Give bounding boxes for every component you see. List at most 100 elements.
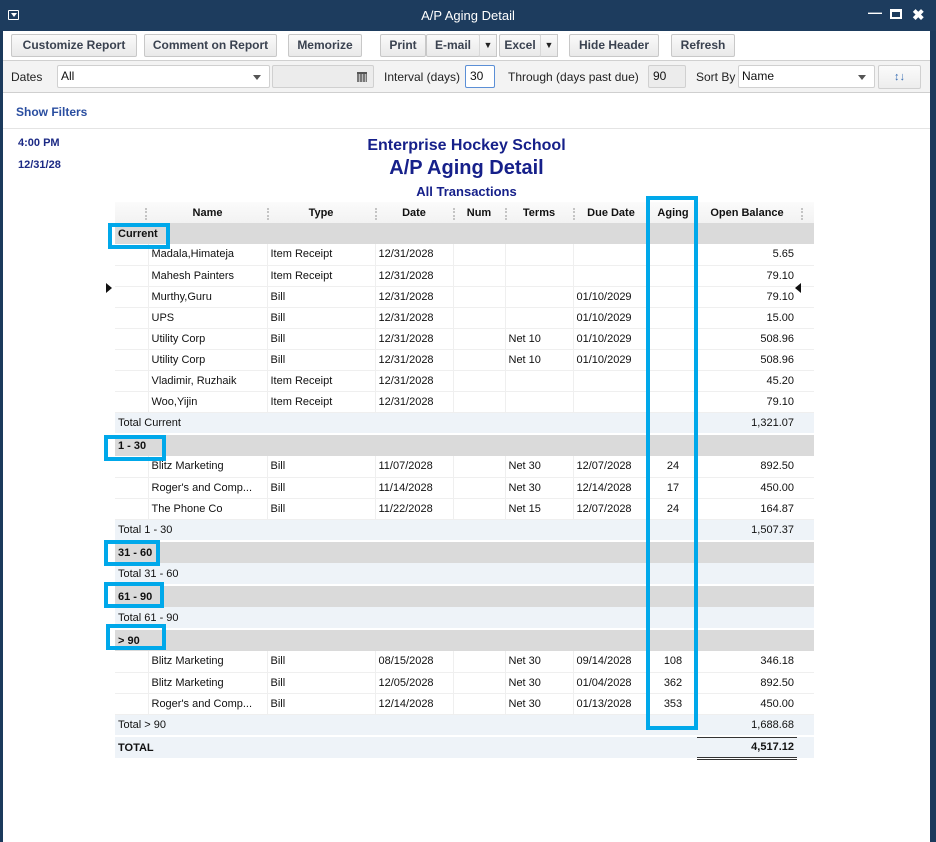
cell-date: 12/31/2028: [374, 265, 453, 287]
cell-terms: Net 30: [504, 672, 573, 694]
trailing-cell: [797, 693, 814, 715]
column-header-open-balance[interactable]: Open Balance: [697, 202, 797, 223]
section-total-label: Total Current: [115, 412, 697, 433]
table-row[interactable]: Madala,Himateja Item Receipt 12/31/2028 5.6…: [115, 244, 814, 266]
column-header-date[interactable]: Date: [375, 202, 453, 223]
cell-date: 08/15/2028: [374, 651, 453, 673]
trailing-cell: [797, 391, 814, 413]
email-button[interactable]: E-mail: [426, 34, 480, 57]
customize-report-button[interactable]: Customize Report: [11, 34, 137, 57]
cell-aging: [648, 328, 697, 350]
cell-terms: [504, 265, 573, 287]
grand-total-row[interactable]: TOTAL 4,517.12: [115, 736, 814, 760]
cell-aging: 24: [648, 456, 697, 478]
cell-balance: 79.10: [696, 391, 797, 413]
section-total-row[interactable]: Total Current 1,321.07: [115, 411, 814, 433]
close-icon[interactable]: ✖: [912, 6, 925, 24]
cell-due: [572, 265, 649, 287]
window-title: A/P Aging Detail: [421, 8, 515, 23]
column-header-type[interactable]: Type: [267, 202, 375, 223]
column-header-name[interactable]: Name: [148, 202, 267, 223]
table-row[interactable]: Vladimir, Ruzhaik Item Receipt 12/31/2028 4…: [115, 370, 814, 392]
print-button[interactable]: Print: [380, 34, 426, 57]
cell-type: Bill: [266, 693, 375, 715]
cell-num: [452, 349, 505, 371]
section-label: > 90: [115, 630, 267, 651]
through-label: Through (days past due): [508, 70, 639, 84]
section-header-row[interactable]: > 90: [115, 630, 814, 651]
indent-cell: [115, 286, 148, 308]
trailing-cell: [797, 328, 814, 350]
through-input[interactable]: 90: [648, 65, 686, 88]
calendar-icon[interactable]: [357, 72, 367, 82]
trailing-cell: [797, 244, 814, 266]
section-total-row[interactable]: Total 1 - 30 1,507.37: [115, 518, 814, 540]
date-range-field[interactable]: [272, 65, 374, 88]
section-total-row[interactable]: Total 31 - 60: [115, 563, 814, 584]
dates-label: Dates: [11, 70, 43, 84]
show-filters-link[interactable]: Show Filters: [16, 105, 87, 119]
section-total-value: [697, 563, 797, 584]
cell-num: [452, 307, 505, 329]
hide-header-button[interactable]: Hide Header: [569, 34, 659, 57]
chevron-down-icon: [858, 75, 866, 80]
table-row[interactable]: Mahesh Painters Item Receipt 12/31/2028 79.…: [115, 265, 814, 287]
table-row[interactable]: Blitz Marketing Bill 08/15/2028 Net 30 09/14…: [115, 651, 814, 673]
section-total-row[interactable]: Total 61 - 90: [115, 607, 814, 628]
table-row[interactable]: UPS Bill 12/31/2028 01/10/2029 15.00: [115, 307, 814, 329]
table-row[interactable]: Murthy,Guru Bill 12/31/2028 01/10/2029 79.10: [115, 286, 814, 308]
table-row[interactable]: Utility Corp Bill 12/31/2028 Net 10 01/10/20…: [115, 328, 814, 350]
section-header-row[interactable]: 1 - 30: [115, 435, 814, 456]
report-body: 4:00 PM 12/31/28 Enterprise Hockey Schoo…: [3, 129, 930, 842]
email-dropdown-arrow-icon[interactable]: ▼: [479, 34, 497, 57]
table-row[interactable]: Blitz Marketing Bill 12/05/2028 Net 30 01/04…: [115, 672, 814, 694]
cell-type: Bill: [266, 651, 375, 673]
table-row[interactable]: Utility Corp Bill 12/31/2028 Net 10 01/10/20…: [115, 349, 814, 371]
memorize-button[interactable]: Memorize: [288, 34, 362, 57]
cell-balance: 892.50: [696, 456, 797, 478]
section-total-row[interactable]: Total > 90 1,688.68: [115, 713, 814, 735]
cell-date: 12/31/2028: [374, 244, 453, 266]
report-toolbar: Customize Report Comment on Report Memor…: [3, 31, 930, 60]
cell-name: Madala,Himateja: [147, 244, 267, 266]
cell-terms: [504, 391, 573, 413]
cell-name: Roger's and Comp...: [147, 477, 267, 499]
maximize-icon[interactable]: [890, 9, 902, 19]
table-row[interactable]: Woo,Yijin Item Receipt 12/31/2028 79.10: [115, 391, 814, 413]
trailing-cell: [797, 563, 814, 584]
section-header-row[interactable]: 31 - 60: [115, 542, 814, 563]
interval-input[interactable]: 30: [465, 65, 495, 88]
cell-date: 12/31/2028: [374, 370, 453, 392]
section-header-row[interactable]: Current: [115, 223, 814, 244]
cell-aging: [648, 244, 697, 266]
grand-total-value: 4,517.12: [697, 736, 797, 760]
table-row[interactable]: Blitz Marketing Bill 11/07/2028 Net 30 12/07…: [115, 456, 814, 478]
table-row[interactable]: The Phone Co Bill 11/22/2028 Net 15 12/07/20…: [115, 498, 814, 520]
cell-terms: [504, 286, 573, 308]
title-bar: A/P Aging Detail — ✖: [0, 0, 936, 31]
trailing-cell: [797, 714, 814, 735]
cell-due: 01/10/2029: [572, 349, 649, 371]
cell-balance: 450.00: [696, 693, 797, 715]
dates-dropdown[interactable]: All: [57, 65, 270, 88]
excel-dropdown-arrow-icon[interactable]: ▼: [540, 34, 558, 57]
sort-direction-button[interactable]: ↕↓: [878, 65, 921, 89]
cell-aging: [648, 391, 697, 413]
cell-type: Item Receipt: [266, 370, 375, 392]
minimize-icon[interactable]: —: [868, 4, 882, 20]
column-header-terms[interactable]: Terms: [505, 202, 573, 223]
cell-date: 12/31/2028: [374, 307, 453, 329]
column-header-aging[interactable]: Aging: [649, 202, 697, 223]
row-pointer-right-icon: [795, 283, 801, 293]
refresh-button[interactable]: Refresh: [671, 34, 735, 57]
table-row[interactable]: Roger's and Comp... Bill 11/14/2028 Net 30 1…: [115, 477, 814, 499]
section-label: Current: [115, 223, 267, 244]
excel-button[interactable]: Excel: [499, 34, 541, 57]
section-header-row[interactable]: 61 - 90: [115, 586, 814, 607]
sort-by-dropdown[interactable]: Name: [738, 65, 875, 88]
table-row[interactable]: Roger's and Comp... Bill 12/14/2028 Net 30 0…: [115, 693, 814, 715]
column-header-num[interactable]: Num: [453, 202, 505, 223]
section-total-label: Total 31 - 60: [115, 563, 697, 584]
comment-on-report-button[interactable]: Comment on Report: [144, 34, 277, 57]
column-header-due-date[interactable]: Due Date: [573, 202, 649, 223]
